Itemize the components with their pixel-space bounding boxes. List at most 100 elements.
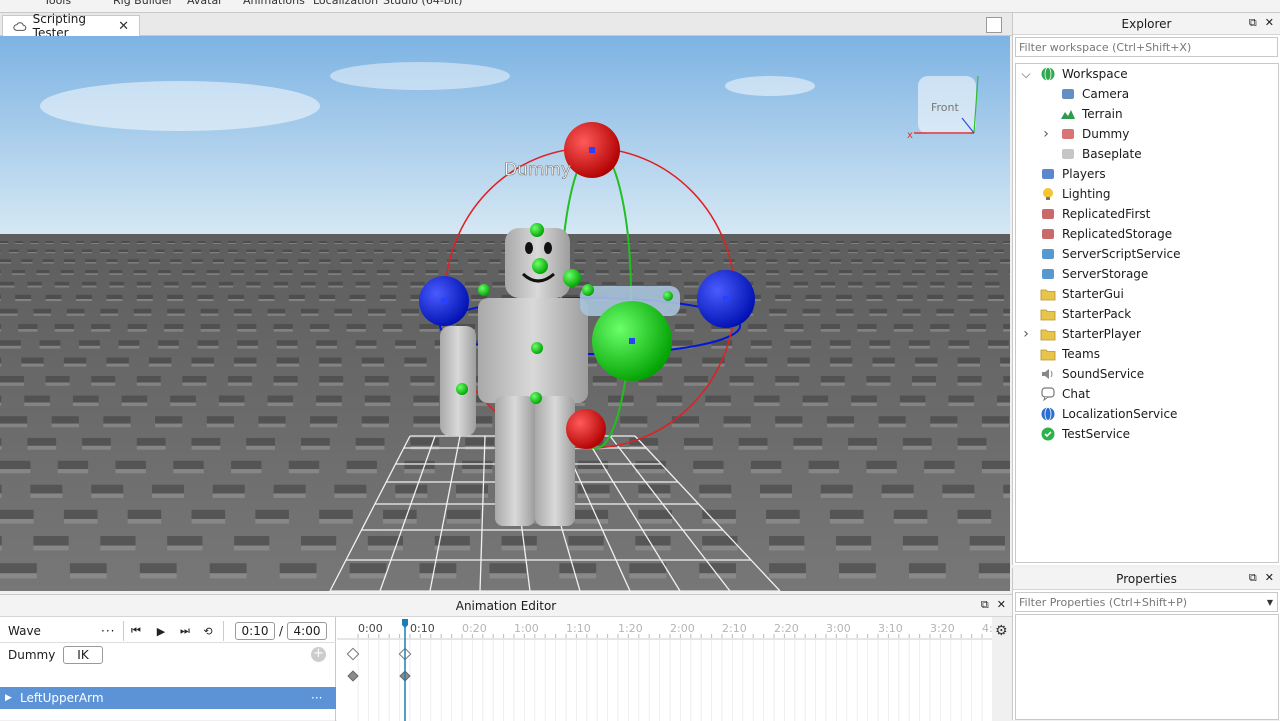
menu-bar: Tools Rig Builder Avatar Animations Localiza… <box>0 0 1280 13</box>
explorer-filter-input[interactable]: Filter workspace (Ctrl+Shift+X) <box>1015 37 1278 57</box>
time-separator: / <box>279 624 283 638</box>
explorer-item-replicatedfirst[interactable]: ReplicatedFirst <box>1016 204 1278 224</box>
sky <box>0 36 1010 236</box>
explorer-item-serverscriptservice[interactable]: ServerScriptService <box>1016 244 1278 264</box>
close-icon[interactable]: ✕ <box>997 598 1006 612</box>
animation-name[interactable]: Wave <box>8 624 41 638</box>
skip-to-end-icon[interactable]: ⏭ <box>176 622 194 640</box>
menu-item[interactable]: Localization <box>313 0 378 7</box>
explorer-item-chat[interactable]: Chat <box>1016 384 1278 404</box>
track-left-upper-arm[interactable]: ▶ LeftUpperArm ··· <box>0 687 336 709</box>
camera-icon <box>1060 87 1076 101</box>
timeline-tick-label: 1:00 <box>514 622 539 635</box>
explorer-item-label: ReplicatedStorage <box>1062 227 1172 241</box>
close-icon[interactable]: ✕ <box>1265 16 1274 30</box>
cloud-icon <box>13 21 27 32</box>
animation-menu-button[interactable]: ··· <box>101 624 115 638</box>
folder-icon <box>1040 347 1056 361</box>
lightbulb-icon <box>1040 187 1056 201</box>
current-time-input[interactable]: 0:10 <box>235 622 275 640</box>
animation-editor-panel: Animation Editor ⧉ ✕ Wave ··· ⏮ ▶ ⏭ ⟲ 0:… <box>0 594 1012 720</box>
expand-track-icon[interactable]: ▶ <box>5 693 12 703</box>
tab-scripting-tester[interactable]: Scripting Tester ✕ <box>2 15 140 36</box>
explorer-item-serverstorage[interactable]: ServerStorage <box>1016 264 1278 284</box>
explorer-tree: ⌵Workspace Camera Terrain › Dummy BaseplatePl… <box>1015 63 1279 563</box>
menu-item[interactable]: Avatar <box>187 0 223 7</box>
workspace-globe-icon <box>1040 67 1056 81</box>
properties-title: Properties <box>1116 572 1177 586</box>
replicated-first-icon <box>1040 207 1056 221</box>
timeline-tick-label: 2:10 <box>722 622 747 635</box>
chevron-down-icon[interactable]: ▼ <box>1267 598 1273 607</box>
loop-icon[interactable]: ⟲ <box>199 622 217 640</box>
timeline-tick-label: 0:10 <box>410 622 435 635</box>
gear-icon[interactable]: ⚙ <box>995 623 1008 639</box>
3d-viewport[interactable]: Dummy Front x <box>0 36 1010 591</box>
explorer-item-terrain[interactable]: Terrain <box>1016 104 1278 124</box>
explorer-item-teams[interactable]: Teams <box>1016 344 1278 364</box>
explorer-item-replicatedstorage[interactable]: ReplicatedStorage <box>1016 224 1278 244</box>
part-icon <box>1060 147 1076 161</box>
properties-filter-placeholder: Filter Properties (Ctrl+Shift+P) <box>1019 596 1187 609</box>
explorer-item-starterpack[interactable]: StarterPack <box>1016 304 1278 324</box>
chevron-right-icon[interactable]: › <box>1020 326 1032 342</box>
explorer-item-baseplate[interactable]: Baseplate <box>1016 144 1278 164</box>
timeline-tick-label: 3:00 <box>826 622 851 635</box>
viewport-layout-button[interactable] <box>986 17 1002 33</box>
total-time-input[interactable]: 4:00 <box>287 622 327 640</box>
explorer-item-players[interactable]: Players <box>1016 164 1278 184</box>
explorer-item-testservice[interactable]: TestService <box>1016 424 1278 444</box>
explorer-item-camera[interactable]: Camera <box>1016 84 1278 104</box>
track-menu-button[interactable]: ··· <box>311 691 322 705</box>
explorer-item-workspace[interactable]: ⌵Workspace <box>1016 64 1278 84</box>
folder-icon <box>1040 287 1056 301</box>
document-tab-bar: Scripting Tester ✕ <box>0 13 1012 36</box>
timeline-tick-label: 1:20 <box>618 622 643 635</box>
chevron-down-icon[interactable]: ⌵ <box>1020 67 1032 82</box>
rotate-handle-red-bottom[interactable] <box>566 409 606 449</box>
ik-button[interactable]: IK <box>63 646 103 664</box>
close-tab-icon[interactable]: ✕ <box>118 19 129 34</box>
menu-item[interactable]: Animations <box>243 0 305 7</box>
explorer-item-label: Camera <box>1082 87 1129 101</box>
menu-item[interactable]: Tools <box>44 0 71 7</box>
properties-list <box>1015 614 1279 720</box>
explorer-item-label: Lighting <box>1062 187 1111 201</box>
timeline-tick-label: 2:20 <box>774 622 799 635</box>
close-icon[interactable]: ✕ <box>1265 571 1274 585</box>
play-icon[interactable]: ▶ <box>152 622 170 640</box>
server-storage-icon <box>1040 267 1056 281</box>
localization-globe-icon <box>1040 407 1056 421</box>
explorer-item-startergui[interactable]: StarterGui <box>1016 284 1278 304</box>
dock-icon[interactable]: ⧉ <box>981 598 989 612</box>
model-icon <box>1060 127 1076 141</box>
explorer-item-starterplayer[interactable]: ›StarterPlayer <box>1016 324 1278 344</box>
explorer-item-label: ServerStorage <box>1062 267 1148 281</box>
dock-icon[interactable]: ⧉ <box>1249 16 1257 30</box>
animation-timeline[interactable]: 0:000:100:201:001:101:202:002:102:203:00… <box>337 617 1012 721</box>
menu-item[interactable]: Studio (64-bit) <box>383 0 462 7</box>
explorer-item-localizationservice[interactable]: LocalizationService <box>1016 404 1278 424</box>
skip-to-start-icon[interactable]: ⏮ <box>127 622 145 640</box>
timeline-tick-label: 2:00 <box>670 622 695 635</box>
add-track-icon[interactable]: + <box>311 647 326 662</box>
model-name-label: Dummy <box>504 160 571 180</box>
explorer-item-lighting[interactable]: Lighting <box>1016 184 1278 204</box>
explorer-item-soundservice[interactable]: SoundService <box>1016 364 1278 384</box>
players-icon <box>1040 167 1056 181</box>
explorer-item-label: ReplicatedFirst <box>1062 207 1150 221</box>
dock-icon[interactable]: ⧉ <box>1249 571 1257 585</box>
properties-filter-input[interactable]: Filter Properties (Ctrl+Shift+P) ▼ <box>1015 592 1278 612</box>
chat-bubble-icon <box>1040 387 1056 401</box>
explorer-item-label: Chat <box>1062 387 1090 401</box>
explorer-item-dummy[interactable]: › Dummy <box>1016 124 1278 144</box>
rig-row: Dummy IK + <box>0 642 336 666</box>
view-cube-x-axis-label: x <box>907 130 913 141</box>
starter-player-icon <box>1040 327 1056 341</box>
menu-item[interactable]: Rig Builder <box>113 0 173 7</box>
properties-panel: Properties ⧉ ✕ Filter Properties (Ctrl+S… <box>1012 568 1280 720</box>
chevron-right-icon[interactable]: › <box>1040 126 1052 142</box>
explorer-item-label: StarterPack <box>1062 307 1131 321</box>
explorer-item-label: Dummy <box>1082 127 1129 141</box>
explorer-item-label: Teams <box>1062 347 1100 361</box>
